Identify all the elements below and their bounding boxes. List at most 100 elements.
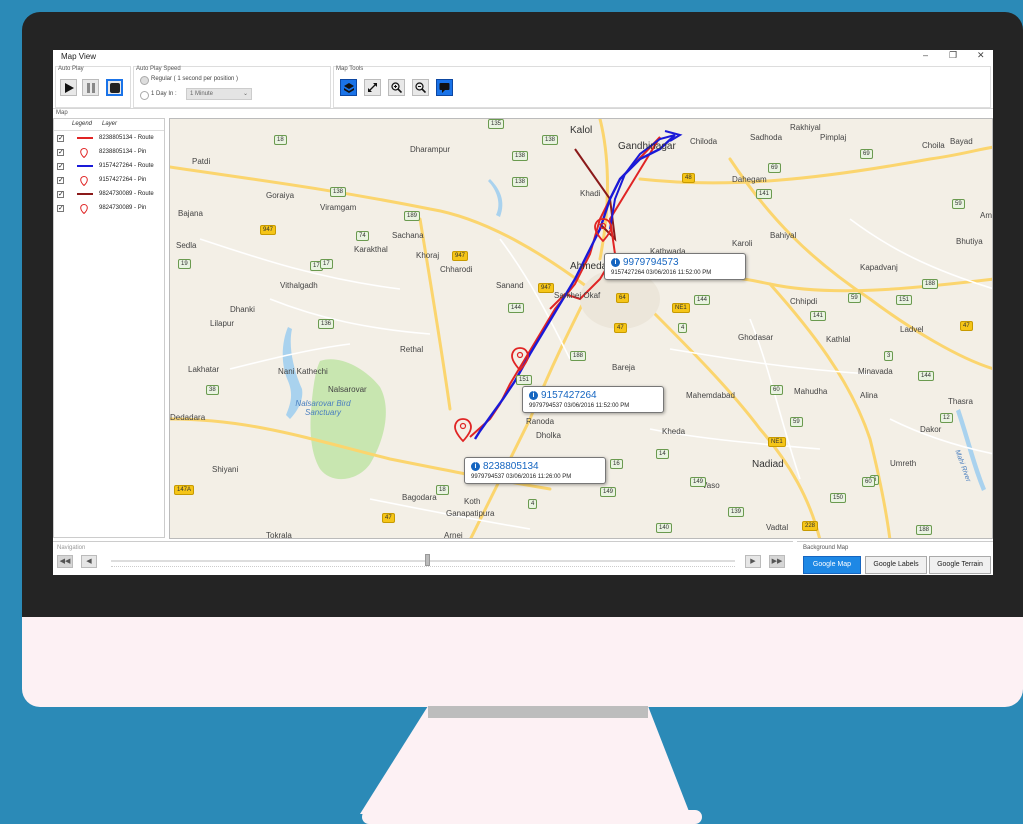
map-canvas[interactable]: Kalol Gandhinagar Chiloda Rakhiyal Pimplaj Ch… (169, 118, 993, 539)
legend-row[interactable]: ✓ 9157427264 - Pin (54, 174, 164, 188)
highway-shield: 18 (274, 135, 287, 145)
place-label: Chhipdi (790, 297, 818, 306)
pause-button[interactable] (82, 79, 99, 96)
legend-row[interactable]: ✓ 8238805134 - Route (54, 132, 164, 146)
map-pin-icon (80, 175, 88, 188)
callout-toggle-button[interactable] (436, 79, 453, 96)
map-section-label: Map (56, 110, 68, 116)
stop-button[interactable] (106, 79, 123, 96)
minimize-button[interactable]: – (923, 50, 928, 60)
place-label: Kapadvanj (860, 263, 898, 272)
legend-row-label: 9824730089 - Pin (99, 205, 147, 211)
place-label: Bahiyal (770, 231, 797, 240)
highway-shield: 149 (690, 477, 707, 487)
fast-forward-button[interactable]: ▶▶ (769, 555, 785, 568)
app-window: Map View – ❐ ✕ Auto Play Auto Play Speed… (53, 50, 993, 575)
play-button[interactable] (60, 79, 77, 96)
place-label: Vadtal (766, 523, 789, 532)
place-label: Mahemdabad (686, 391, 735, 400)
place-label: Karakthal (354, 245, 388, 254)
rewind-button[interactable]: ◀◀ (57, 555, 73, 568)
google-labels-button[interactable]: Google Labels (865, 556, 927, 574)
place-label: Ranoda (526, 417, 555, 426)
legend-row[interactable]: ✓ 9824730089 - Pin (54, 202, 164, 216)
highway-shield: 14 (656, 449, 669, 459)
minute-dropdown[interactable]: 1 Minute ⌄ (186, 88, 252, 100)
legend-row-label: 9157427264 - Pin (99, 177, 147, 183)
highway-shield: 144 (918, 371, 935, 381)
highway-shield: 188 (570, 351, 587, 361)
highway-shield: 64 (616, 293, 629, 303)
callout-8238805134[interactable]: i 8238805134 9979794537 03/06/2016 11:26:… (464, 457, 606, 484)
place-label: Kathlal (826, 335, 851, 344)
place-label: Kheda (662, 427, 686, 436)
highway-shield: 59 (790, 417, 803, 427)
maximize-button[interactable]: ❐ (949, 50, 957, 61)
callout-9157427264[interactable]: i 9157427264 9979794537 03/06/2016 11:52:… (522, 386, 664, 413)
place-label: Dharampur (410, 145, 451, 154)
layers-button[interactable] (340, 79, 357, 96)
legend-row[interactable]: ✓ 9157427264 - Route (54, 160, 164, 174)
step-back-button[interactable]: ◀ (81, 555, 97, 568)
layer-checkbox[interactable]: ✓ (57, 149, 64, 156)
radio-day-label: 1 Day In : (151, 91, 177, 97)
highway-shield: 151 (516, 375, 533, 385)
navigation-label: Navigation (57, 545, 86, 551)
google-terrain-button[interactable]: Google Terrain (929, 556, 991, 574)
google-map-button[interactable]: Google Map (803, 556, 861, 574)
callout-detail: 9979794537 03/06/2016 11:26:00 PM (471, 474, 572, 480)
timeline-slider-thumb[interactable] (425, 554, 430, 566)
place-label: Ladvel (900, 325, 924, 334)
highway-shield: 38 (206, 385, 219, 395)
callout-detail: 9979794537 03/06/2016 11:52:00 PM (529, 403, 630, 409)
place-label: Nani Kathechi (278, 367, 328, 376)
place-label: Dahegam (732, 175, 767, 184)
highway-shield: 47 (614, 323, 627, 333)
highway-shield: 144 (508, 303, 525, 313)
legend-row[interactable]: ✓ 9824730089 - Route (54, 188, 164, 202)
layer-checkbox[interactable]: ✓ (57, 135, 64, 142)
legend-row[interactable]: ✓ 8238805134 - Pin (54, 146, 164, 160)
highway-shield: 138 (542, 135, 559, 145)
layer-checkbox[interactable]: ✓ (57, 205, 64, 212)
layer-checkbox[interactable]: ✓ (57, 177, 64, 184)
layer-checkbox[interactable]: ✓ (57, 163, 64, 170)
highway-shield: 47 (960, 321, 973, 331)
highway-shield: 135 (488, 119, 505, 129)
place-label: Khadi (580, 189, 601, 198)
highway-shield: 138 (512, 151, 529, 161)
route-line-icon (76, 190, 94, 200)
speech-bubble-icon (439, 83, 450, 93)
fit-extent-button[interactable] (364, 79, 381, 96)
place-label: Dhanki (230, 305, 255, 314)
zoom-in-button[interactable] (388, 79, 405, 96)
timeline-track[interactable] (111, 560, 735, 562)
legend-row-label: 9157427264 - Route (99, 163, 154, 169)
callout-id: 8238805134 (483, 461, 539, 472)
minute-dropdown-value: 1 Minute (190, 91, 214, 97)
zoom-out-icon (415, 82, 426, 93)
highway-shield: 18 (436, 485, 449, 495)
auto-play-speed-label: Auto Play Speed (136, 66, 181, 72)
highway-shield: 59 (952, 199, 965, 209)
auto-play-label: Auto Play (58, 66, 84, 72)
highway-shield: 69 (860, 149, 873, 159)
place-label: Patdi (192, 157, 211, 166)
radio-day[interactable] (140, 91, 149, 100)
map-pin-icon (80, 147, 88, 160)
highway-shield: 150 (830, 493, 847, 503)
zoom-out-button[interactable] (412, 79, 429, 96)
highway-shield: 189 (404, 211, 421, 221)
highway-shield: NE1 (672, 303, 690, 313)
callout-9979794573[interactable]: i 9979794573 9157427264 03/06/2016 11:52:… (604, 253, 746, 280)
place-label: Thasra (948, 397, 973, 406)
close-button[interactable]: ✕ (977, 50, 985, 61)
layer-checkbox[interactable]: ✓ (57, 191, 64, 198)
timeline-ticks (111, 566, 735, 568)
legend-row-label: 8238805134 - Pin (99, 149, 147, 155)
highway-shield: 74 (356, 231, 369, 241)
radio-regular[interactable] (140, 76, 149, 85)
step-forward-button[interactable]: ▶ (745, 555, 761, 568)
highway-shield: 3 (884, 351, 894, 361)
place-label: Nalsarovar (328, 385, 367, 394)
